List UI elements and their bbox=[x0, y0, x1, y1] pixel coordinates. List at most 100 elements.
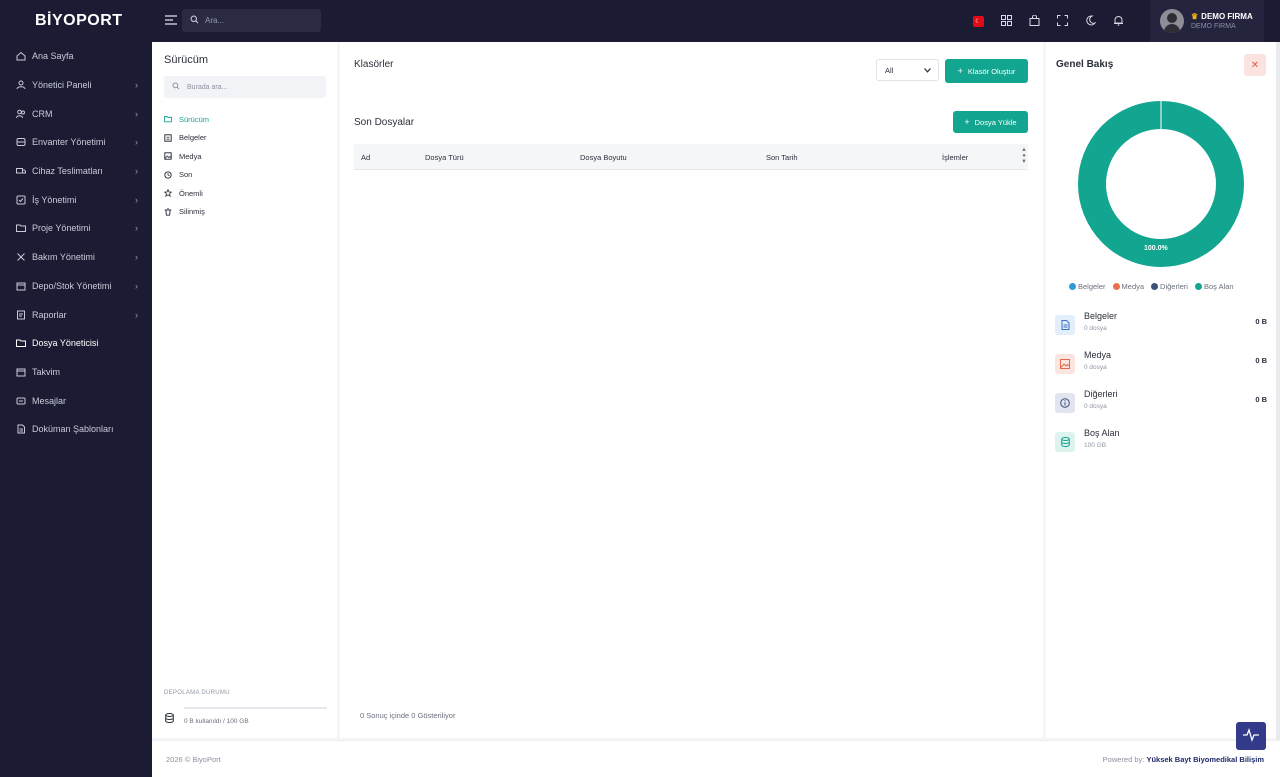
support-button[interactable] bbox=[1236, 722, 1266, 750]
donut-legend: Belgeler Medya Diğerleri Boş Alan bbox=[1069, 282, 1234, 291]
sidebar-item-is-yonetimi[interactable]: İş Yönetimi › bbox=[0, 185, 152, 214]
search-icon bbox=[172, 82, 180, 92]
image-icon bbox=[164, 152, 174, 160]
document-icon bbox=[164, 134, 174, 142]
sidebar-item-takvim[interactable]: Takvim bbox=[0, 358, 152, 387]
search-icon bbox=[190, 15, 199, 26]
legend-dot bbox=[1112, 283, 1120, 290]
trash-icon bbox=[164, 208, 174, 216]
sort-icon[interactable]: ▲ ● ▼ bbox=[1020, 147, 1028, 165]
drive-item-son[interactable]: Son bbox=[164, 166, 209, 185]
legend-item-bos-alan[interactable]: Boş Alan bbox=[1194, 282, 1234, 291]
column-header-son-tarih[interactable]: Son Tarih bbox=[766, 153, 798, 162]
category-bos-alan[interactable]: Boş Alan 100 GB bbox=[1055, 428, 1267, 454]
user-name: DEMO FIRMA bbox=[1201, 12, 1253, 21]
category-belgeler[interactable]: Belgeler 0 dosya 0 B bbox=[1055, 311, 1267, 337]
category-medya[interactable]: Medya 0 dosya 0 B bbox=[1055, 350, 1267, 376]
sidebar-item-proje-yonetimi[interactable]: Proje Yönetimi › bbox=[0, 214, 152, 243]
sidebar-item-dosya-yoneticisi[interactable]: Dosya Yöneticisi bbox=[0, 329, 152, 358]
sidebar-item-label: Proje Yönetimi bbox=[32, 223, 91, 234]
legend-item-digerleri[interactable]: Diğerleri bbox=[1151, 282, 1188, 291]
fullscreen-icon bbox=[1056, 14, 1068, 28]
cart-button[interactable] bbox=[1020, 13, 1048, 29]
users-icon bbox=[16, 109, 26, 119]
donut-percentage-label: 100.0% bbox=[1144, 245, 1168, 252]
fullscreen-button[interactable] bbox=[1048, 13, 1076, 29]
upload-file-label: Dosya Yükle bbox=[974, 117, 1017, 127]
sidebar-item-depo-stok[interactable]: Depo/Stok Yönetimi › bbox=[0, 272, 152, 301]
sidebar-item-label: Mesajlar bbox=[32, 395, 67, 406]
box-icon bbox=[16, 281, 26, 291]
drive-item-surucum[interactable]: Sürücüm bbox=[164, 110, 209, 129]
folder-filter-select[interactable]: All bbox=[876, 59, 939, 81]
close-button[interactable]: ✕ bbox=[1244, 54, 1266, 76]
tools-icon bbox=[16, 252, 26, 262]
database-icon bbox=[1055, 432, 1075, 452]
legend-dot bbox=[1194, 283, 1202, 290]
storage-title: DEPOLAMA DURUMU bbox=[164, 690, 230, 696]
sidebar-item-yonetici-paneli[interactable]: Yönetici Paneli › bbox=[0, 71, 152, 100]
moon-icon bbox=[1085, 14, 1096, 28]
legend-label: Diğerleri bbox=[1160, 282, 1188, 291]
sidebar-item-dokuman-sablonlari[interactable]: Doküman Şablonları bbox=[0, 415, 152, 444]
chevron-right-icon: › bbox=[135, 309, 138, 320]
powered-by-link[interactable]: Yüksek Bayt Biyomedikal Bilişim bbox=[1146, 755, 1264, 764]
legend-item-medya[interactable]: Medya bbox=[1112, 282, 1144, 291]
drive-item-onemli[interactable]: Önemli bbox=[164, 184, 209, 203]
sidebar-item-label: Depo/Stok Yönetimi bbox=[32, 280, 112, 291]
drive-nav: Sürücüm Belgeler Medya Son Önemli Silinm… bbox=[164, 110, 209, 221]
drive-item-silinmis[interactable]: Silinmiş bbox=[164, 203, 209, 222]
user-company: DEMO FIRMA bbox=[1191, 23, 1236, 30]
sidebar-item-envanter[interactable]: Envanter Yönetimi › bbox=[0, 128, 152, 157]
report-icon bbox=[16, 310, 26, 320]
menu-toggle-icon[interactable] bbox=[164, 14, 178, 26]
category-name: Belgeler bbox=[1084, 311, 1118, 321]
storage-donut-chart bbox=[1078, 101, 1244, 267]
category-count: 0 dosya bbox=[1084, 364, 1107, 371]
sidebar-item-label: Cihaz Teslimatları bbox=[32, 166, 103, 177]
chevron-right-icon: › bbox=[135, 194, 138, 205]
legend-item-belgeler[interactable]: Belgeler bbox=[1069, 282, 1106, 291]
drive-item-belgeler[interactable]: Belgeler bbox=[164, 129, 209, 148]
apps-button[interactable] bbox=[992, 13, 1020, 29]
category-digerleri[interactable]: Diğerleri 0 dosya 0 B bbox=[1055, 389, 1267, 415]
sidebar-item-mesajlar[interactable]: Mesajlar bbox=[0, 386, 152, 415]
document-icon bbox=[1055, 315, 1075, 335]
legend-dot bbox=[1151, 283, 1159, 290]
sidebar-item-crm[interactable]: CRM › bbox=[0, 99, 152, 128]
sidebar-item-bakim-yonetimi[interactable]: Bakım Yönetimi › bbox=[0, 243, 152, 272]
user-admin-icon bbox=[16, 80, 26, 90]
drive-search-input[interactable]: Burada ara... bbox=[164, 76, 326, 98]
chevron-right-icon: › bbox=[135, 166, 138, 177]
language-button[interactable]: ☾ bbox=[964, 13, 992, 29]
chevron-right-icon: › bbox=[135, 280, 138, 291]
user-menu[interactable]: ♛ DEMO FIRMA DEMO FIRMA bbox=[1150, 0, 1264, 42]
scrollbar-track[interactable] bbox=[1276, 42, 1280, 777]
footer-copyright: 2026 © BiyoPort bbox=[166, 755, 221, 764]
create-folder-button[interactable]: + Klasör Oluştur bbox=[945, 59, 1028, 83]
category-count: 100 GB bbox=[1084, 442, 1107, 449]
category-name: Boş Alan bbox=[1084, 428, 1120, 438]
chevron-right-icon: › bbox=[135, 223, 138, 234]
sidebar-item-ana-sayfa[interactable]: Ana Sayfa bbox=[0, 42, 152, 71]
sidebar-item-raporlar[interactable]: Raporlar › bbox=[0, 300, 152, 329]
donut-slice-bos-alan bbox=[1078, 101, 1244, 267]
global-search-input[interactable]: Ara... bbox=[182, 9, 321, 32]
dark-mode-button[interactable] bbox=[1076, 13, 1104, 29]
column-header-dosya-turu[interactable]: Dosya Türü bbox=[425, 153, 464, 162]
column-header-dosya-boyutu[interactable]: Dosya Boyutu bbox=[580, 153, 627, 162]
chevron-right-icon: › bbox=[135, 137, 138, 148]
grid-icon bbox=[1000, 14, 1012, 28]
drive-item-medya[interactable]: Medya bbox=[164, 147, 209, 166]
upload-file-button[interactable]: + Dosya Yükle bbox=[953, 111, 1028, 133]
footer-powered-by: Powered by: Yüksek Bayt Biyomedikal Bili… bbox=[1103, 755, 1264, 764]
folder-icon bbox=[16, 223, 26, 233]
notifications-button[interactable] bbox=[1104, 13, 1132, 29]
files-table-header: Ad Dosya Türü Dosya Boyutu Son Tarih İşl… bbox=[354, 144, 1028, 170]
column-header-ad[interactable]: Ad bbox=[361, 153, 370, 162]
footer: 2026 © BiyoPort Powered by: Yüksek Bayt … bbox=[152, 740, 1280, 777]
column-header-islemler[interactable]: İşlemler bbox=[942, 153, 968, 162]
folder-icon bbox=[16, 338, 26, 348]
sidebar-item-cihaz-teslimatlari[interactable]: Cihaz Teslimatları › bbox=[0, 157, 152, 186]
app-logo[interactable]: BİYOPORT bbox=[0, 0, 152, 42]
